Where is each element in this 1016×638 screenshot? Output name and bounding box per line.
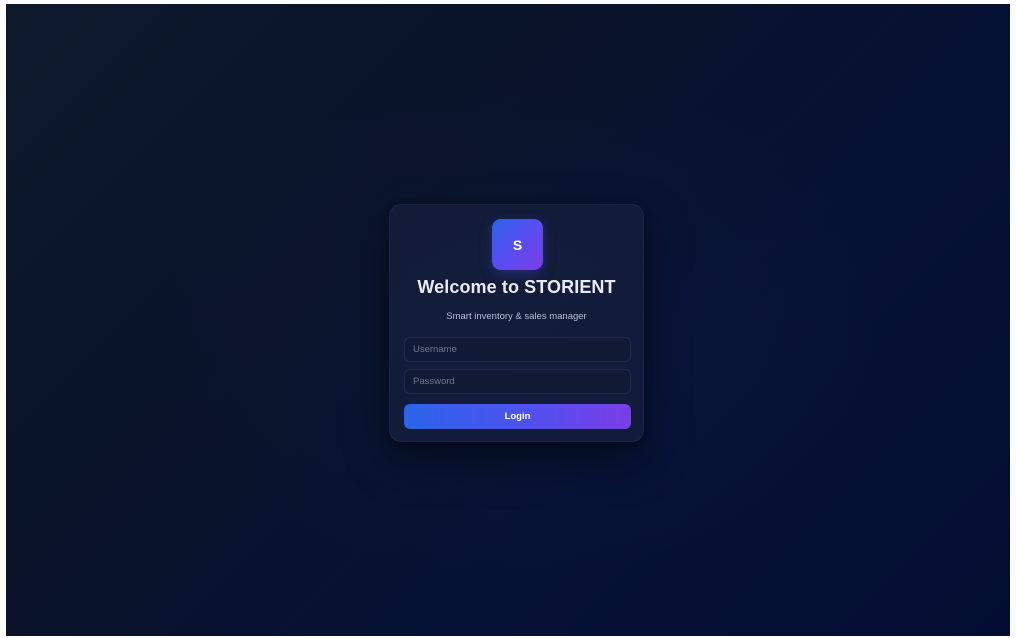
app-logo: S — [492, 219, 543, 270]
password-input[interactable] — [404, 369, 631, 394]
page-title: Welcome to STORIENT — [417, 277, 616, 297]
app-background: S Welcome to STORIENT Smart inventory & … — [6, 4, 1010, 636]
page-subtitle: Smart inventory & sales manager — [446, 311, 587, 322]
login-button[interactable]: Login — [404, 404, 631, 429]
username-input[interactable] — [404, 337, 631, 362]
logo-letter: S — [512, 236, 523, 253]
login-card: S Welcome to STORIENT Smart inventory & … — [389, 204, 644, 442]
